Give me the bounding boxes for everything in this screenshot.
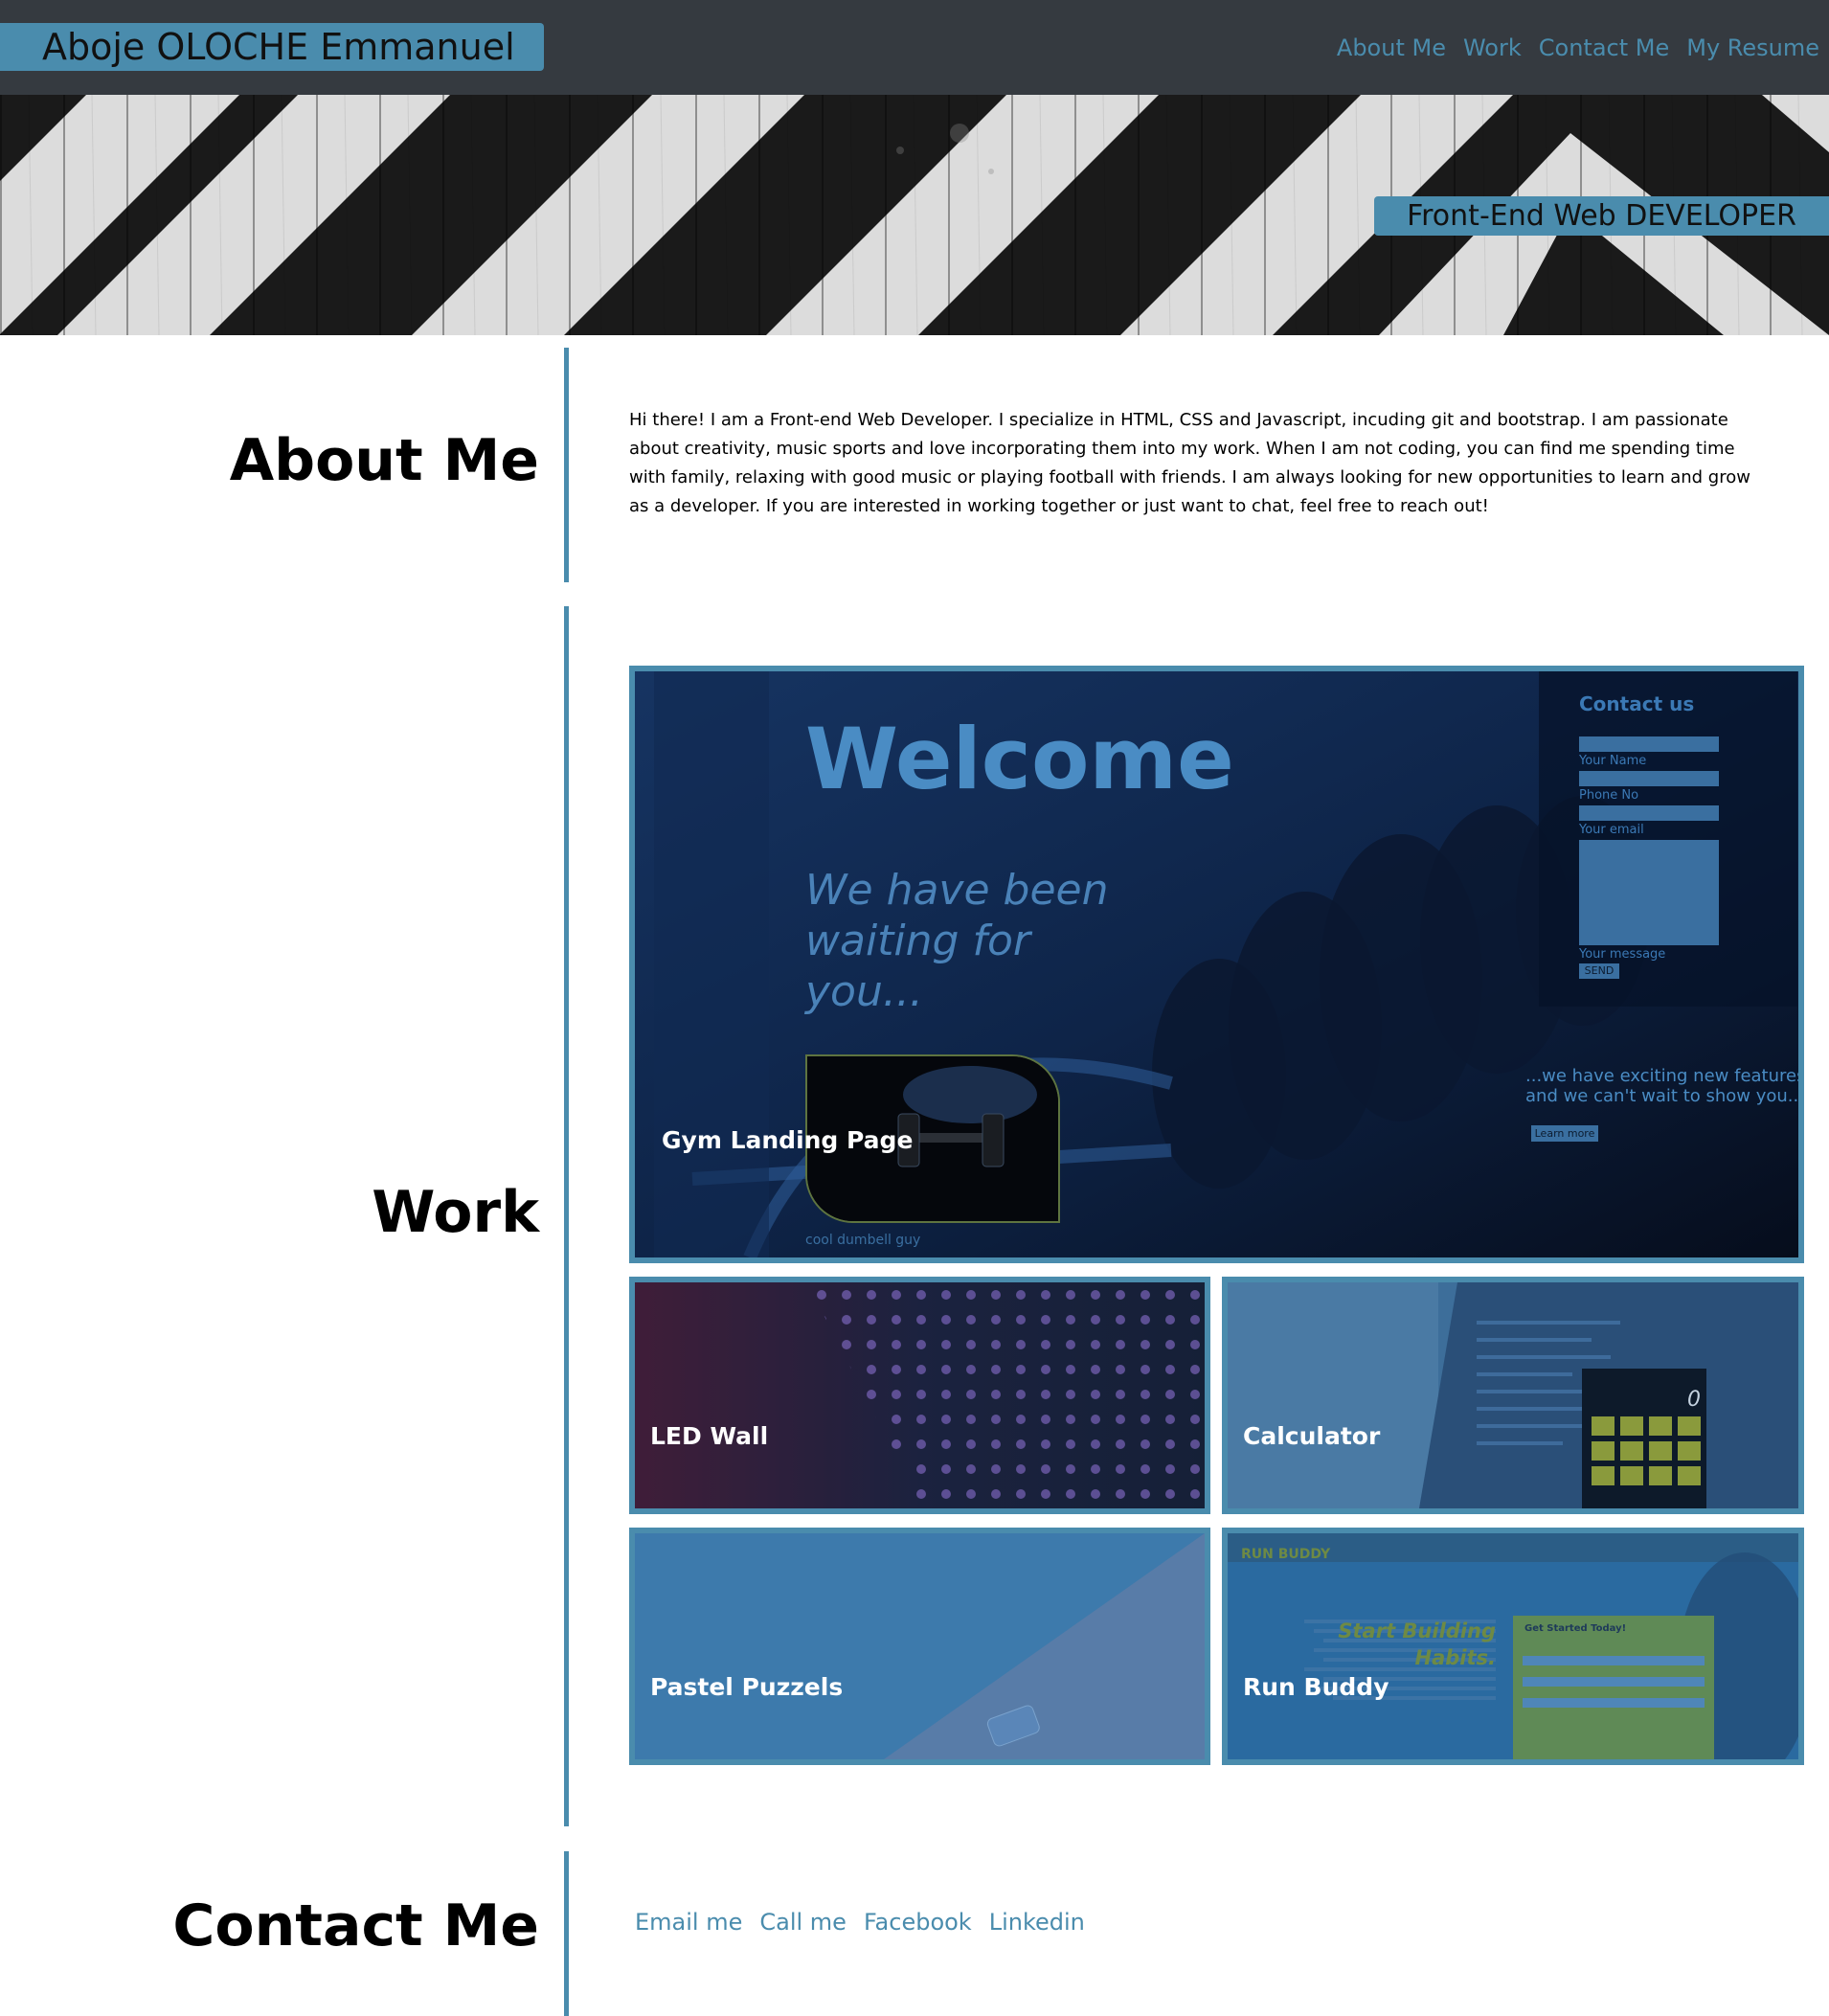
run-buddy-brand: RUN BUDDY <box>1241 1547 1331 1562</box>
contact-title: Contact Me <box>172 1892 539 1959</box>
run-buddy-headline-2: Habits. <box>1414 1646 1497 1669</box>
contact-email-link[interactable]: Email me <box>635 1909 742 1936</box>
main-nav: About Me Work Contact Me My Resume <box>1337 31 1819 65</box>
about-divider <box>564 348 569 582</box>
gym-send-button: SEND <box>1579 963 1619 979</box>
nav-contact-me[interactable]: Contact Me <box>1539 31 1669 65</box>
gym-thumbnail-caption: cool dumbell guy <box>805 1233 921 1248</box>
gym-contact-title: Contact us <box>1579 692 1695 715</box>
contact-facebook-link[interactable]: Facebook <box>864 1909 972 1936</box>
calculator-preview-image <box>1228 1282 1798 1508</box>
about-text: Hi there! I am a Front-end Web Developer… <box>629 410 1750 516</box>
gym-name-label: Your Name <box>1579 754 1647 768</box>
led-wall-preview-image <box>635 1282 1205 1508</box>
hero-banner: Front-End Web DEVELOPER <box>0 95 1829 335</box>
contact-call-link[interactable]: Call me <box>759 1909 847 1936</box>
contact-divider <box>564 1851 569 2016</box>
project-card-run-buddy[interactable]: RUN BUDDY Start Building Habits. Get Sta… <box>1222 1528 1804 1765</box>
project-card-gym-landing-page[interactable]: Welcome We have been waiting for you... … <box>629 666 1804 1263</box>
project-label-gym: Gym Landing Page <box>662 1126 914 1154</box>
brand-name[interactable]: Aboje OLOCHE Emmanuel <box>0 23 544 71</box>
nav-work[interactable]: Work <box>1463 31 1522 65</box>
contact-links: Email me Call me Facebook Linkedin <box>635 1909 1085 1936</box>
nav-about-me[interactable]: About Me <box>1337 31 1446 65</box>
gym-message-label: Your message <box>1579 947 1666 962</box>
gym-welcome-heading: Welcome <box>805 710 1234 808</box>
calculator-display: 0 <box>1687 1388 1701 1412</box>
work-divider <box>564 606 569 1826</box>
contact-linkedin-link[interactable]: Linkedin <box>989 1909 1085 1936</box>
work-title: Work <box>372 1179 539 1246</box>
about-title: About Me <box>229 427 539 494</box>
gym-waiting-text: We have been waiting for you... <box>805 866 1109 1016</box>
gym-message-box <box>1579 840 1719 945</box>
gym-email-label: Your email <box>1579 823 1644 837</box>
project-label-led-wall: LED Wall <box>650 1422 769 1450</box>
gym-contact-form: Contact us Your Name Phone No Your email… <box>1539 671 1797 1007</box>
project-card-calculator[interactable]: 0 Calculator <box>1222 1277 1804 1514</box>
gym-phone-label: Phone No <box>1579 788 1639 803</box>
project-label-calculator: Calculator <box>1243 1422 1381 1450</box>
run-buddy-cta: Get Started Today! <box>1524 1623 1627 1634</box>
gym-features-text: ...we have exciting new features and we … <box>1525 1066 1804 1106</box>
project-card-pastel-puzzels[interactable]: Pastel Puzzels <box>629 1528 1210 1765</box>
gym-learn-more-button: Learn more <box>1531 1125 1598 1142</box>
project-label-run-buddy: Run Buddy <box>1243 1673 1389 1701</box>
site-header: Aboje OLOCHE Emmanuel About Me Work Cont… <box>0 0 1829 95</box>
gym-phone-box <box>1579 771 1719 786</box>
run-buddy-preview-image <box>1228 1533 1798 1759</box>
run-buddy-headline-1: Start Building <box>1338 1620 1496 1642</box>
project-label-pastel-puzzels: Pastel Puzzels <box>650 1673 844 1701</box>
pastel-puzzels-preview-image <box>635 1533 1205 1759</box>
gym-email-box <box>1579 805 1719 821</box>
project-card-led-wall[interactable]: LED Wall <box>629 1277 1210 1514</box>
hero-tagline: Front-End Web DEVELOPER <box>1374 196 1829 236</box>
nav-my-resume[interactable]: My Resume <box>1686 31 1819 65</box>
gym-name-box <box>1579 736 1719 752</box>
